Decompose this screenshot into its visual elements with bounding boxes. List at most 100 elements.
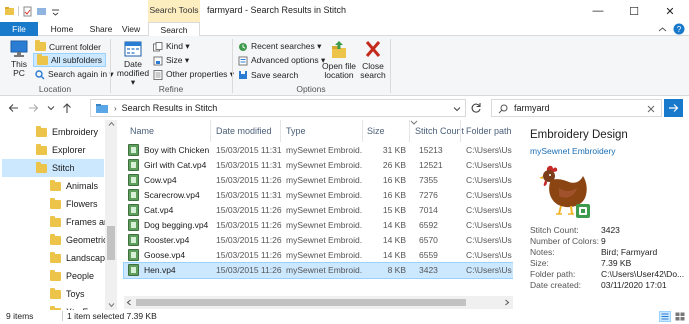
breadcrumb[interactable]: Search Results in Stitch — [122, 103, 218, 113]
minimize-button[interactable]: — — [580, 0, 616, 22]
open-file-location-button[interactable]: Open file location — [318, 40, 360, 80]
close-button[interactable]: ✕ — [652, 0, 688, 22]
nav-tree-item[interactable]: Toys — [50, 285, 85, 303]
new-folder-icon[interactable] — [36, 6, 47, 17]
nav-tree-item[interactable]: Embroidery — [36, 123, 98, 141]
folder-icon — [36, 143, 47, 155]
this-pc-button[interactable]: This PC — [6, 40, 32, 78]
advanced-options-button[interactable]: Advanced options ▾ — [238, 54, 325, 67]
address-bar[interactable]: › Search Results in Stitch — [90, 99, 466, 117]
file-type: mySewnet Embroid... — [286, 250, 362, 260]
embroidery-file-icon — [128, 264, 139, 276]
embroidery-file-badge-icon — [576, 204, 590, 218]
properties-icon[interactable] — [22, 6, 33, 17]
folder-icon — [50, 215, 61, 227]
navigation-pane-scrollbar[interactable] — [105, 120, 117, 310]
tab-search[interactable]: Search — [148, 22, 200, 37]
column-header-type[interactable]: Type — [286, 126, 306, 136]
search-again-button[interactable]: Search again in ▾ — [35, 68, 114, 81]
column-divider[interactable] — [460, 120, 461, 142]
file-folder-path: C:\Users\User — [466, 220, 512, 230]
scrollbar-thumb[interactable] — [136, 299, 466, 306]
computer-icon — [10, 40, 28, 57]
detail-key: Stitch Count: — [530, 225, 579, 235]
tab-file[interactable]: File — [0, 22, 38, 36]
nav-tree-label: People — [66, 271, 95, 281]
scroll-right-icon[interactable] — [504, 299, 510, 306]
column-divider[interactable] — [280, 120, 281, 142]
up-arrow-icon[interactable] — [62, 102, 72, 114]
save-icon — [239, 70, 247, 79]
search-input[interactable]: farmyard — [491, 99, 662, 117]
clear-search-icon[interactable] — [647, 105, 655, 113]
scroll-up-icon[interactable] — [108, 121, 115, 127]
scroll-down-icon[interactable] — [108, 302, 115, 308]
column-header-stitch-count[interactable]: Stitch Count — [415, 126, 464, 136]
address-dropdown-icon[interactable] — [453, 106, 461, 112]
file-size: 14 KB — [382, 250, 406, 260]
all-subfolders-button[interactable]: All subfolders — [33, 53, 107, 67]
column-header-size[interactable]: Size — [367, 126, 385, 136]
nav-tree-item[interactable]: Geometric — [50, 231, 108, 249]
table-row[interactable]: Rooster.vp4 15/03/2015 11:26 mySewnet Embr… — [124, 233, 513, 248]
kind-button[interactable]: Kind ▾ — [153, 40, 190, 53]
details-view-icon[interactable] — [659, 311, 671, 322]
table-row[interactable]: Cow.vp4 15/03/2015 11:26 mySewnet Embroid.… — [124, 173, 513, 188]
date-modified-button[interactable]: Date modified ▾ — [115, 40, 151, 87]
tab-home[interactable]: Home — [47, 22, 77, 36]
search-go-button[interactable] — [664, 99, 683, 117]
back-arrow-icon[interactable] — [8, 103, 19, 113]
scroll-left-icon[interactable] — [126, 299, 132, 306]
table-row[interactable]: Boy with Chicken... 15/03/2015 11:31 mySew… — [124, 143, 513, 158]
nav-tree-item[interactable]: People — [50, 267, 94, 285]
maximize-button[interactable]: ☐ — [616, 0, 652, 22]
column-header-folder-path[interactable]: Folder path — [466, 126, 512, 136]
column-header-date-modified[interactable]: Date modified — [216, 126, 272, 136]
current-folder-button[interactable]: Current folder — [35, 40, 101, 53]
file-name: Boy with Chicken... — [144, 145, 210, 155]
table-row[interactable]: Dog begging.vp4 15/03/2015 11:26 mySewnet … — [124, 218, 513, 233]
tab-share[interactable]: Share — [86, 22, 116, 36]
size-button[interactable]: Size ▾ — [153, 54, 189, 67]
customize-qat-icon[interactable] — [50, 6, 61, 17]
save-search-button[interactable]: Save search — [238, 68, 298, 81]
file-stitch-count: 7014 — [419, 205, 438, 215]
size-icon — [153, 56, 163, 65]
file-folder-path: C:\Users\User — [466, 145, 512, 155]
column-header-name[interactable]: Name — [130, 126, 154, 136]
scrollbar-thumb[interactable] — [107, 226, 115, 260]
recent-searches-button[interactable]: Recent searches ▾ — [238, 40, 321, 53]
help-icon[interactable]: ? — [673, 23, 685, 35]
nav-tree-item[interactable]: Explorer — [36, 141, 86, 159]
selection-info: 1 item selected 7.39 KB — [67, 311, 157, 321]
table-row[interactable]: Scarecrow.vp4 15/03/2015 11:31 mySewnet Em… — [124, 188, 513, 203]
table-row[interactable]: Cat.vp4 15/03/2015 11:26 mySewnet Embroid.… — [124, 203, 513, 218]
recent-locations-chevron-icon[interactable] — [47, 105, 55, 111]
close-search-button[interactable]: Close search — [360, 40, 386, 80]
embroidery-file-icon — [128, 159, 139, 171]
other-properties-button[interactable]: Other properties ▾ — [153, 68, 234, 81]
nav-tree-item[interactable]: Animals — [50, 177, 98, 195]
forward-arrow-icon[interactable] — [28, 103, 39, 113]
search-query: farmyard — [514, 103, 550, 113]
refresh-icon[interactable] — [470, 102, 482, 114]
collapse-ribbon-icon[interactable] — [658, 25, 667, 34]
file-list-horizontal-scrollbar[interactable] — [124, 296, 513, 309]
large-icons-view-icon[interactable] — [674, 311, 686, 322]
column-divider[interactable] — [210, 120, 211, 142]
table-row[interactable]: Hen.vp4 15/03/2015 11:26 mySewnet Embroid.… — [123, 262, 514, 279]
nav-tree-item[interactable]: Flowers — [50, 195, 98, 213]
file-stitch-count: 6570 — [419, 235, 438, 245]
folder-icon[interactable] — [4, 6, 15, 17]
file-name: Scarecrow.vp4 — [144, 190, 200, 200]
table-row[interactable]: Girl with Cat.vp4 15/03/2015 11:31 mySewne… — [124, 158, 513, 173]
nav-tree-item[interactable]: Stitch — [2, 159, 104, 177]
embroidery-file-icon — [128, 204, 139, 216]
column-divider[interactable] — [409, 120, 410, 142]
embroidery-file-icon — [128, 174, 139, 186]
column-divider[interactable] — [362, 120, 363, 142]
file-type: mySewnet Embroid... — [286, 145, 362, 155]
tab-view[interactable]: View — [118, 22, 144, 36]
table-row[interactable]: Goose.vp4 15/03/2015 11:26 mySewnet Embroi… — [124, 248, 513, 263]
file-size: 8 KB — [387, 265, 406, 275]
